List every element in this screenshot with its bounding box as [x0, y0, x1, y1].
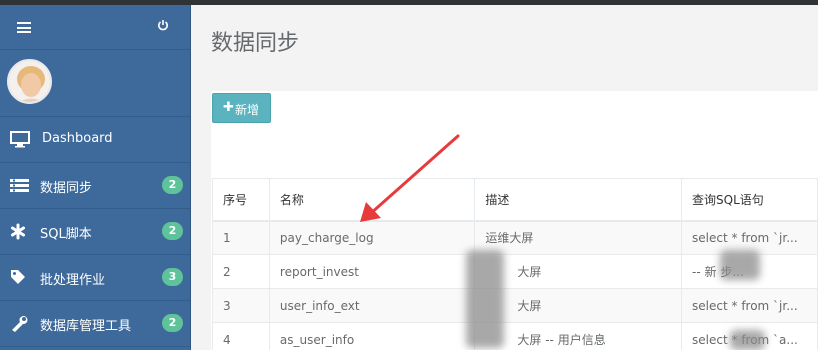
table-cell: as_user_info — [268, 322, 476, 350]
table-cell: 运维大屏 — [474, 220, 683, 255]
column-header[interactable]: 查询SQL语句 — [681, 178, 818, 222]
add-button[interactable]: ✚ 新增 — [212, 93, 271, 123]
table-cell: select * from `jr... — [681, 288, 818, 323]
table-cell: 大屏 — [474, 254, 683, 289]
column-header[interactable]: 名称 — [268, 178, 476, 222]
table-cell: report_invest — [268, 254, 476, 289]
column-header[interactable]: 序号 — [212, 178, 270, 222]
add-button-label: 新增 — [235, 103, 260, 117]
table-cell: 大屏 -- 用户信息 — [474, 322, 683, 350]
sidebar-item-label: 批处理作业 — [40, 273, 106, 288]
asterisk-icon — [11, 223, 25, 240]
count-badge: 2 — [162, 314, 183, 332]
sidebar-header — [0, 5, 190, 50]
wrench-icon — [12, 316, 28, 332]
redaction-blur — [720, 250, 760, 280]
table-cell: 2 — [212, 254, 270, 289]
profile-area — [0, 50, 190, 117]
sidebar-item-label: SQL脚本 — [40, 227, 92, 242]
table-cell: pay_charge_log — [268, 220, 476, 255]
monitor-icon — [10, 131, 30, 148]
sidebar-item-batch-jobs[interactable]: 批处理作业 3 — [0, 255, 190, 301]
list-bars-icon — [10, 179, 29, 192]
count-badge: 3 — [162, 268, 183, 286]
sidebar-item-db-tools[interactable]: 数据库管理工具 2 — [0, 301, 190, 347]
sidebar-item-sql-script[interactable]: SQL脚本 2 — [0, 209, 190, 255]
table-row[interactable]: 3 user_info_ext 大屏 select * from `jr... — [212, 288, 818, 323]
tag-icon — [11, 270, 25, 284]
plus-icon: ✚ — [223, 100, 234, 115]
redaction-blur — [730, 330, 765, 350]
table-cell: 3 — [212, 288, 270, 323]
power-icon[interactable] — [157, 19, 169, 31]
page-title: 数据同步 — [211, 31, 300, 56]
sidebar-item-label: 数据库管理工具 — [40, 319, 132, 334]
table-cell: 4 — [212, 322, 270, 350]
table-row[interactable]: 4 as_user_info 大屏 -- 用户信息 select * from … — [212, 322, 818, 350]
sidebar-item-label: 数据同步 — [40, 181, 93, 196]
sidebar-item-dashboard[interactable]: Dashboard — [0, 117, 190, 163]
avatar[interactable] — [7, 59, 52, 104]
hamburger-menu-icon[interactable] — [17, 22, 31, 33]
redaction-blur — [466, 250, 504, 348]
table-cell: 大屏 — [474, 288, 683, 323]
table-cell: user_info_ext — [268, 288, 476, 323]
count-badge: 2 — [162, 222, 183, 240]
sidebar-item-label: Dashboard — [42, 131, 113, 146]
table-header-row: 序号 名称 描述 查询SQL语句 — [212, 178, 818, 222]
column-header[interactable]: 描述 — [474, 178, 683, 222]
sidebar-item-data-sync[interactable]: 数据同步 2 — [0, 163, 190, 209]
count-badge: 2 — [162, 176, 183, 194]
sidebar: Dashboard 数据同步 2 SQL脚本 2 批处理作业 3 数据库管理工具… — [0, 5, 191, 350]
table-cell: 1 — [212, 220, 270, 255]
